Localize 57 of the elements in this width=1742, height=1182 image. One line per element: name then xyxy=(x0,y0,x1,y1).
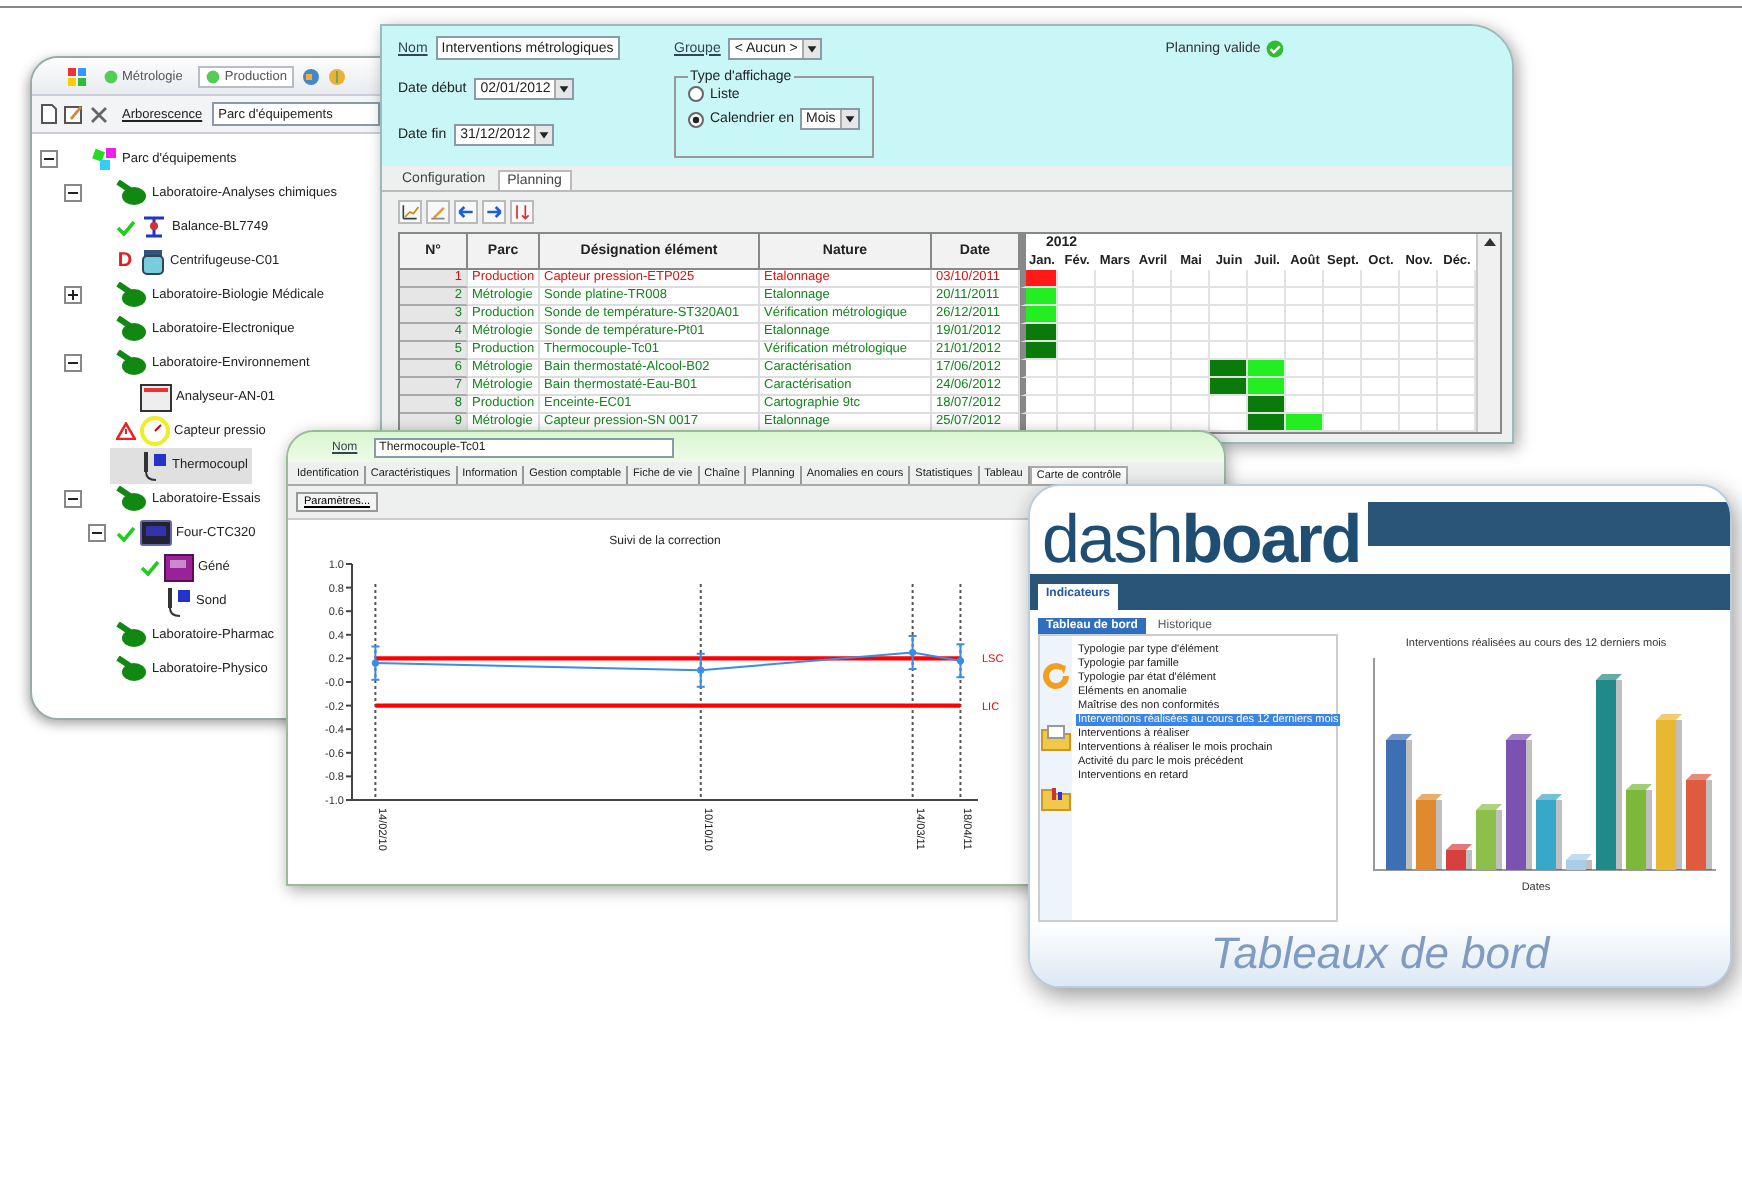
chart-bar xyxy=(1506,734,1532,870)
caret-icon xyxy=(801,39,820,57)
grid-icon[interactable] xyxy=(68,68,88,86)
delete-icon[interactable] xyxy=(90,105,108,123)
analyzer-icon xyxy=(140,383,172,411)
chart-folder-icon[interactable] xyxy=(1040,784,1072,812)
chart-icon[interactable] xyxy=(398,200,422,224)
caret-icon xyxy=(839,110,858,128)
left-arrow-icon[interactable] xyxy=(454,200,478,224)
flask-icon xyxy=(116,282,148,308)
new-document-icon[interactable] xyxy=(40,104,58,124)
collapse-toggle[interactable] xyxy=(40,150,58,168)
dot-icon xyxy=(104,70,118,84)
caret-icon xyxy=(534,126,553,144)
dot-icon xyxy=(206,70,221,84)
chart-bar xyxy=(1446,844,1472,870)
generator-icon xyxy=(164,553,194,581)
flask-icon xyxy=(116,656,148,682)
balance-icon xyxy=(140,213,168,241)
footer-title: Tableaux de bord xyxy=(1210,928,1550,980)
collapse-toggle[interactable] xyxy=(64,354,82,372)
collapse-toggle[interactable] xyxy=(64,490,82,508)
flask-icon xyxy=(116,316,148,342)
status-letter: D xyxy=(117,250,133,272)
chart-bar xyxy=(1536,794,1562,870)
radio-button[interactable] xyxy=(688,111,704,127)
dashboard-logo: dashboard xyxy=(1042,506,1361,574)
chart-bar xyxy=(1476,804,1502,870)
probe-icon xyxy=(164,585,192,617)
sort-icon[interactable] xyxy=(510,200,534,224)
collapse-toggle[interactable] xyxy=(88,524,106,542)
up-arrow-icon[interactable] xyxy=(1481,234,1497,250)
folder-icon[interactable] xyxy=(1040,724,1072,752)
centrifuge-icon xyxy=(140,247,166,275)
cubes-icon xyxy=(92,147,118,171)
flask-icon xyxy=(116,486,148,512)
coin-icon[interactable] xyxy=(328,68,347,86)
collapse-toggle[interactable] xyxy=(64,184,82,202)
chart-bar xyxy=(1626,784,1652,870)
chart-bar xyxy=(1686,774,1712,870)
caret-icon xyxy=(554,80,573,98)
check-circle-icon xyxy=(1266,39,1285,57)
right-arrow-icon[interactable] xyxy=(482,200,506,224)
oven-icon xyxy=(140,520,172,546)
flask-icon xyxy=(116,350,148,376)
probe-icon xyxy=(140,449,168,481)
flask-icon xyxy=(116,180,148,206)
gauge-icon xyxy=(140,416,170,446)
chart-bar xyxy=(1416,794,1442,870)
radio-button[interactable] xyxy=(688,86,704,102)
chart-bar xyxy=(1566,854,1592,870)
flask-icon xyxy=(116,622,148,648)
expand-toggle[interactable] xyxy=(64,286,82,304)
scrollbar[interactable] xyxy=(1476,234,1500,432)
edit-icon[interactable] xyxy=(64,104,84,124)
chart-bar xyxy=(1386,734,1412,870)
globe-icon[interactable] xyxy=(302,68,321,86)
